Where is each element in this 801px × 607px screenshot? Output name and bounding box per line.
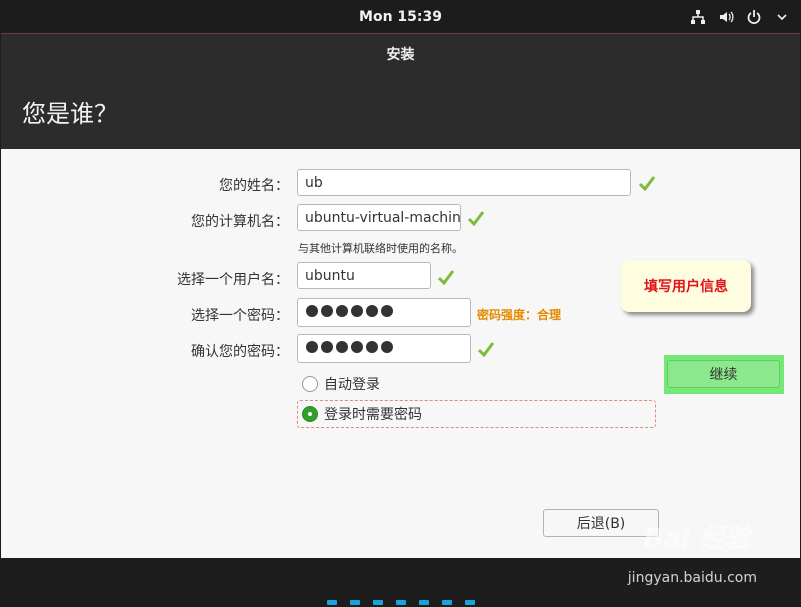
require-password-label: 登录时需要密码 (324, 407, 422, 423)
progress-dot (442, 600, 452, 605)
username-label: 选择一个用户名： (177, 272, 289, 288)
radio-button-selected[interactable] (302, 406, 318, 422)
computer-name-hint: 与其他计算机联络时使用的名称。 (298, 242, 463, 255)
progress-dot (350, 600, 360, 605)
username-field[interactable]: ubuntu (297, 262, 431, 289)
password-label: 选择一个密码： (191, 308, 289, 324)
page-title: 您是谁？ (22, 100, 118, 128)
top-bar: Mon 15:39 (0, 0, 801, 33)
name-label: 您的姓名： (219, 178, 289, 194)
password-field[interactable] (297, 298, 471, 327)
check-icon (467, 211, 485, 227)
radio-button[interactable] (302, 376, 318, 392)
check-icon (477, 342, 495, 358)
require-password-option[interactable]: 登录时需要密码 (302, 404, 422, 424)
window-header: 安装 您是谁？ (1, 33, 800, 149)
system-tray[interactable] (689, 8, 791, 26)
name-field[interactable]: ub (297, 169, 631, 196)
continue-button[interactable]: 继续 (667, 360, 780, 388)
progress-dot (396, 600, 406, 605)
password-dots (306, 305, 393, 317)
computer-name-field[interactable]: ubuntu-virtual-machine (297, 204, 461, 231)
progress-steps (327, 600, 475, 605)
confirm-password-field[interactable] (297, 334, 471, 363)
baidu-watermark: Bai 经验 (643, 524, 751, 554)
form-panel: 您的姓名： ub 您的计算机名： ubuntu-virtual-machine … (1, 149, 800, 558)
chevron-down-icon[interactable] (773, 8, 791, 26)
power-icon[interactable] (745, 8, 763, 26)
window-title: 安装 (386, 47, 415, 63)
annotation-callout: 填写用户信息 (621, 260, 751, 312)
progress-dot (327, 600, 337, 605)
check-icon (638, 176, 656, 192)
back-button[interactable]: 后退(B) (543, 509, 659, 537)
password-dots (306, 341, 393, 353)
computer-name-label: 您的计算机名： (191, 214, 289, 230)
progress-dot (419, 600, 429, 605)
progress-dot (465, 600, 475, 605)
autologin-option[interactable]: 自动登录 (302, 374, 380, 394)
check-icon (437, 270, 455, 286)
confirm-password-label: 确认您的密码： (191, 344, 289, 360)
autologin-label: 自动登录 (324, 377, 380, 393)
clock[interactable]: Mon 15:39 (0, 9, 801, 25)
network-icon[interactable] (689, 8, 707, 26)
volume-icon[interactable] (717, 8, 735, 26)
progress-dot (373, 600, 383, 605)
password-strength: 密码强度：合理 (477, 308, 562, 322)
watermark-url: jingyan.baidu.com (627, 570, 757, 586)
